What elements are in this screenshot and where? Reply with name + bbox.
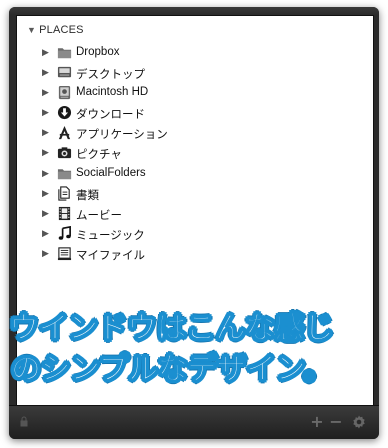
download-icon (57, 106, 72, 120)
disclosure-collapsed-icon[interactable]: ▶ (42, 169, 49, 179)
sidebar-item-documents[interactable]: ▶ 書類 (17, 184, 373, 204)
sidebar-item-macintosh-hd[interactable]: ▶ Macintosh HD (17, 83, 373, 103)
caption-line-1: ウインドウはこんな感じ (9, 311, 335, 347)
disclosure-collapsed-icon[interactable]: ▶ (42, 189, 49, 199)
hard-drive-icon (58, 86, 71, 100)
window-top-edge (9, 7, 379, 15)
disclosure-collapsed-icon[interactable]: ▶ (42, 108, 49, 118)
applications-icon (58, 126, 71, 140)
places-list: ▶ Dropbox ▶ デスクトップ ▶ Macintosh HD ▶ ダウンロ… (17, 43, 373, 264)
sidebar-item-label: アプリケーション (76, 129, 168, 142)
sidebar-item-movies[interactable]: ▶ ムービー (17, 204, 373, 224)
disclosure-collapsed-icon[interactable]: ▶ (42, 48, 49, 58)
sidebar-item-dropbox[interactable]: ▶ Dropbox (17, 43, 373, 63)
disclosure-collapsed-icon[interactable]: ▶ (42, 88, 49, 98)
disclosure-collapsed-icon[interactable]: ▶ (42, 229, 49, 239)
sidebar-item-label: ミュージック (76, 229, 145, 242)
disclosure-collapsed-icon[interactable]: ▶ (42, 148, 49, 158)
sidebar-item-label: SocialFolders (76, 166, 146, 179)
sidebar-item-label: マイファイル (76, 249, 145, 262)
all-files-icon (57, 247, 72, 260)
caption-line-2: のシンプルなデザイン。 (11, 352, 334, 388)
sidebar-item-label: 書類 (76, 189, 99, 202)
sidebar-item-label: デスクトップ (76, 69, 145, 82)
disclosure-collapsed-icon[interactable]: ▶ (42, 128, 49, 138)
disclosure-collapsed-icon[interactable]: ▶ (42, 68, 49, 78)
sidebar-item-applications[interactable]: ▶ アプリケーション (17, 123, 373, 143)
sidebar-item-all-my-files[interactable]: ▶ マイファイル (17, 244, 373, 264)
gear-icon[interactable] (351, 414, 367, 430)
bottom-toolbar: + − (9, 405, 379, 439)
sidebar-item-label: Macintosh HD (76, 86, 149, 99)
music-icon (58, 225, 71, 240)
sidebar-item-music[interactable]: ▶ ミュージック (17, 224, 373, 244)
disclosure-collapsed-icon[interactable]: ▶ (42, 249, 49, 259)
documents-icon (58, 186, 70, 201)
disclosure-collapsed-icon[interactable]: ▶ (42, 209, 49, 219)
sidebar-item-label: Dropbox (76, 46, 120, 58)
remove-button[interactable]: − (328, 414, 344, 430)
add-button[interactable]: + (309, 414, 325, 430)
sidebar-item-label: ダウンロード (76, 109, 145, 122)
sidebar-item-downloads[interactable]: ▶ ダウンロード (17, 103, 373, 123)
sidebar-item-socialfolders[interactable]: ▶ SocialFolders (17, 164, 373, 184)
folder-icon (57, 48, 72, 59)
film-icon (58, 206, 71, 220)
camera-icon (57, 147, 72, 159)
disclosure-expanded-icon[interactable]: ▼ (27, 25, 36, 35)
folder-icon (57, 168, 72, 179)
places-section-header[interactable]: ▼ PLACES (27, 24, 84, 36)
lock-icon[interactable] (20, 416, 28, 427)
sidebar-item-pictures[interactable]: ▶ ピクチャ (17, 143, 373, 163)
desktop-icon (57, 66, 72, 78)
sidebar-item-desktop[interactable]: ▶ デスクトップ (17, 63, 373, 83)
sidebar-item-label: ムービー (76, 209, 122, 222)
places-header-label: PLACES (39, 24, 84, 36)
sidebar-item-label: ピクチャ (76, 149, 122, 162)
